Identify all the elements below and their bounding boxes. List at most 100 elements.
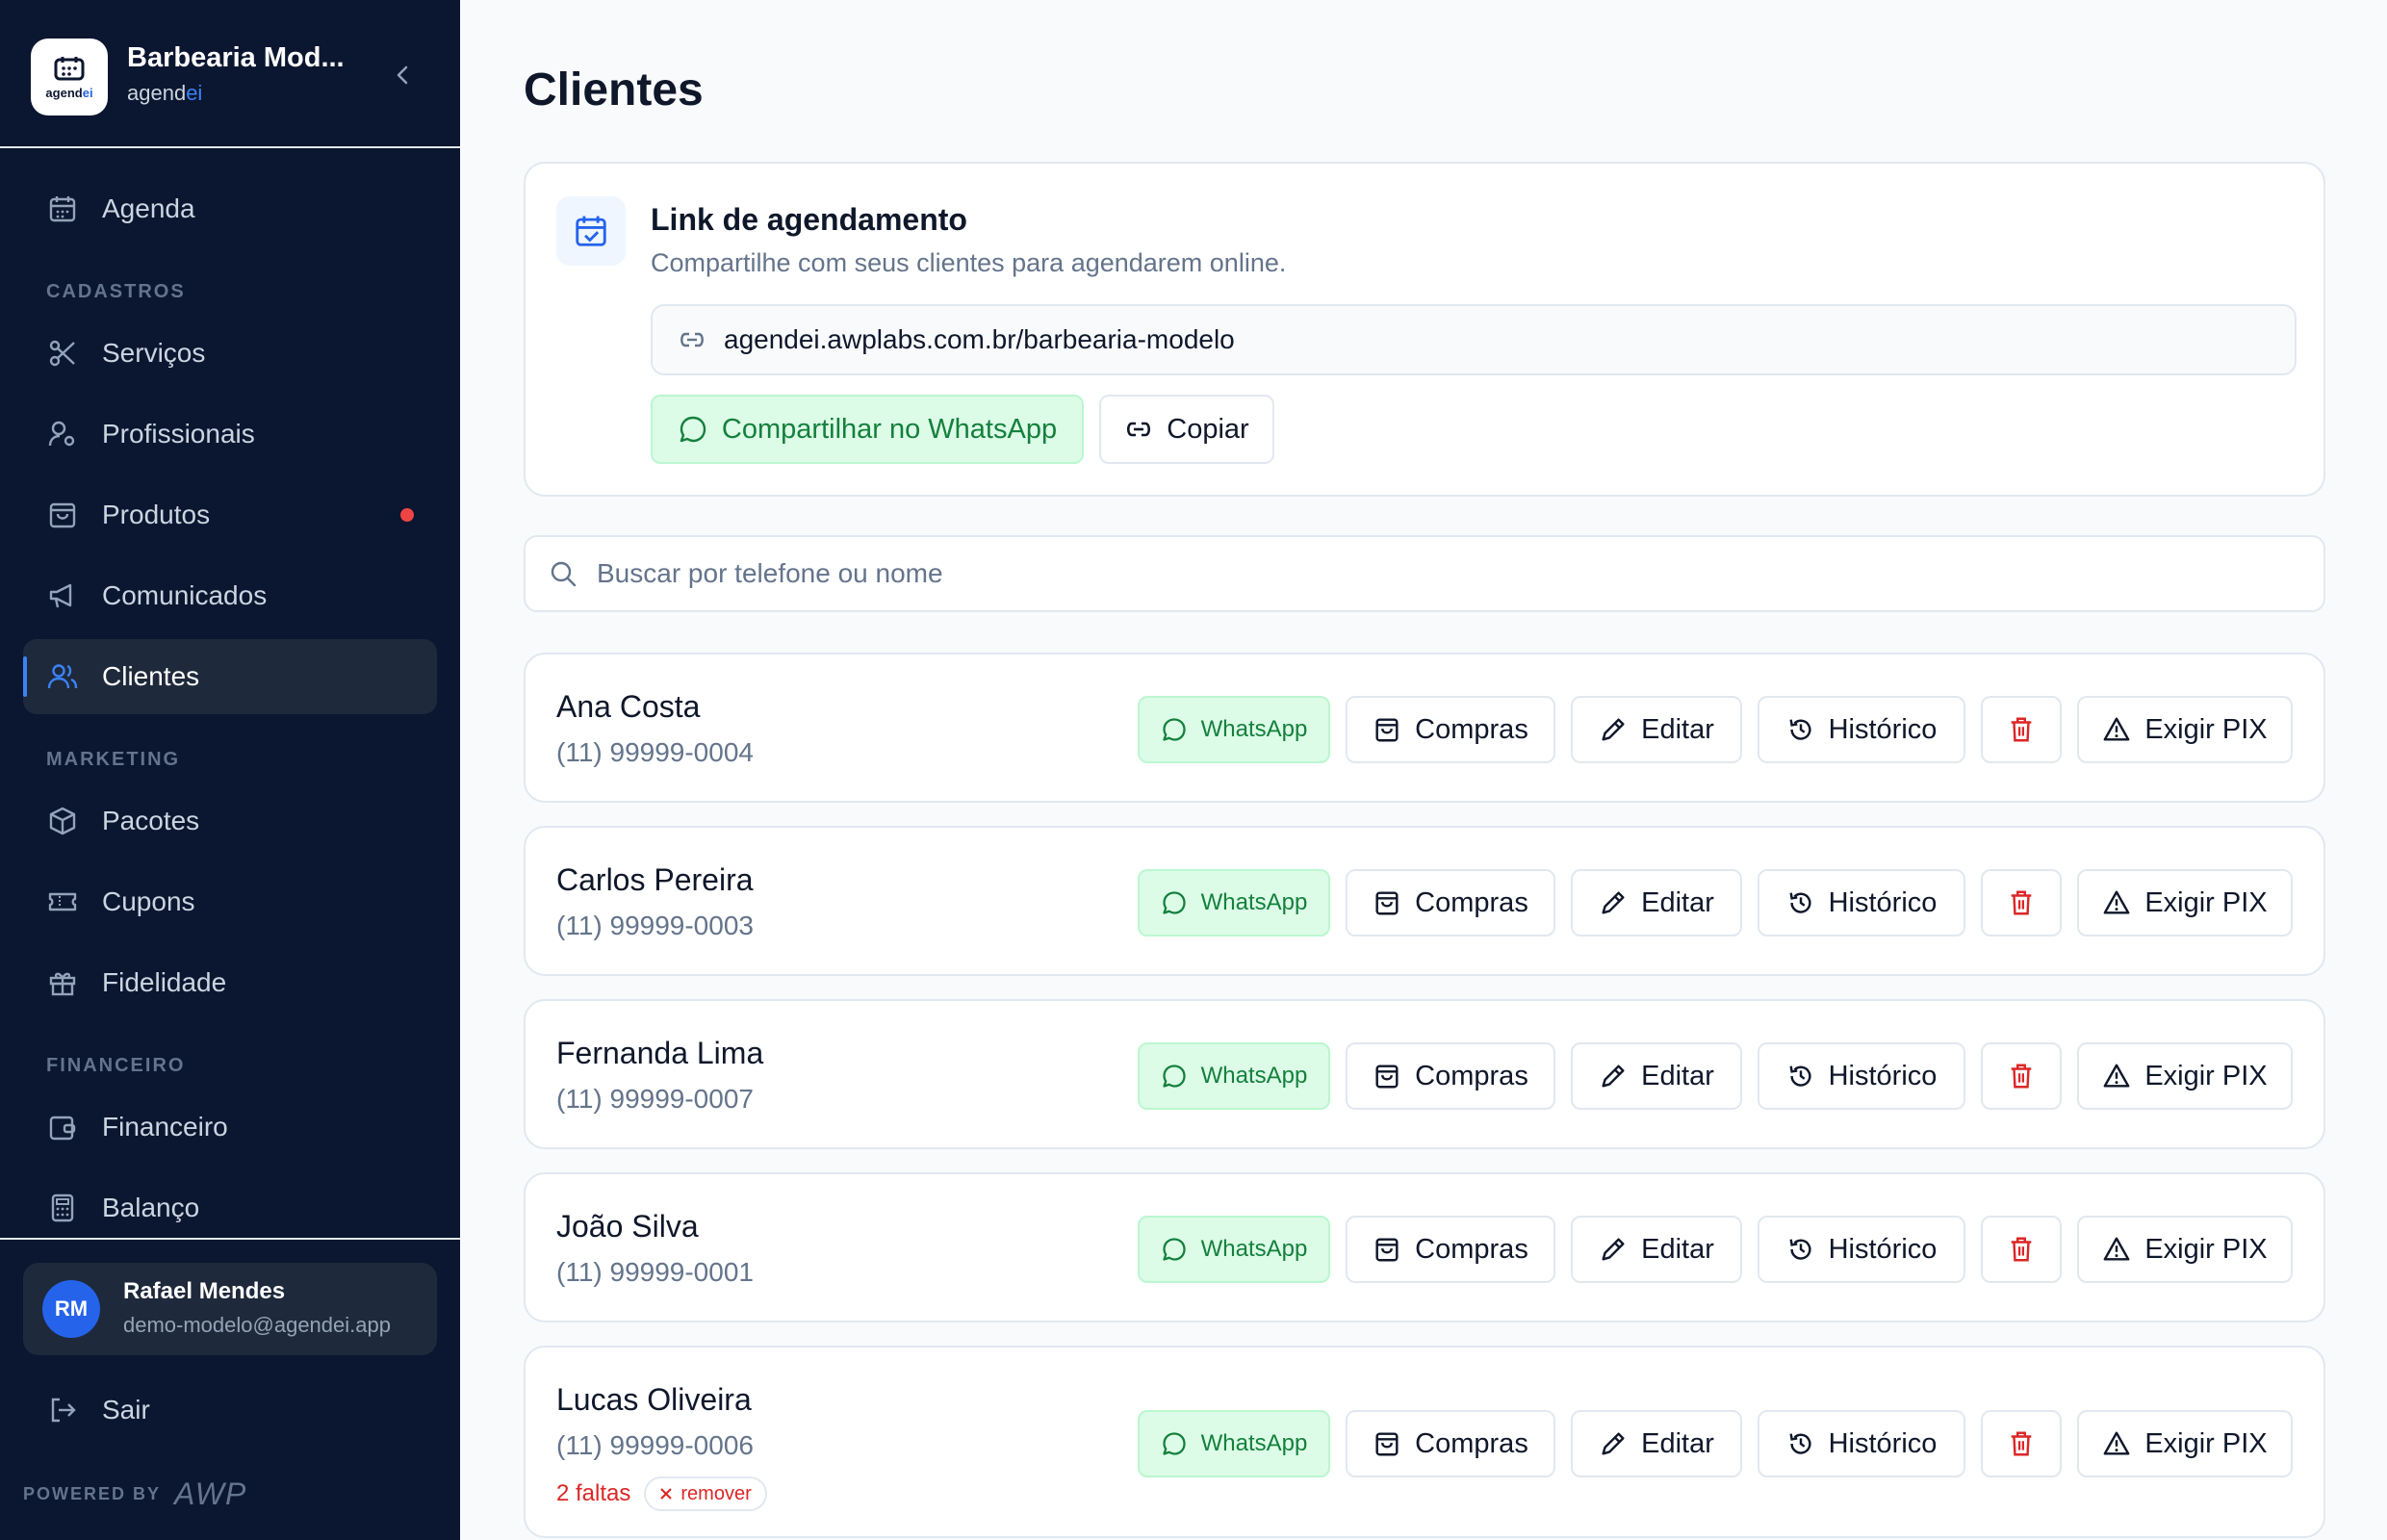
purchases-button[interactable]: Compras (1346, 696, 1555, 763)
require-pix-button[interactable]: Exigir PIX (2077, 1410, 2293, 1477)
require-pix-label: Exigir PIX (2144, 886, 2268, 918)
edit-button[interactable]: Editar (1571, 1216, 1742, 1283)
link-icon (1124, 420, 1153, 439)
nav-item-financeiro[interactable]: Financeiro (23, 1090, 437, 1165)
edit-button[interactable]: Editar (1571, 696, 1742, 763)
client-search-bar[interactable] (524, 535, 2325, 612)
purchases-label: Compras (1415, 713, 1528, 745)
whatsapp-icon (1161, 1236, 1188, 1263)
shopping-bag-icon (1373, 1235, 1401, 1264)
pencil-icon (1599, 715, 1628, 744)
require-pix-button[interactable]: Exigir PIX (2077, 696, 2293, 763)
booking-url: agendei.awplabs.com.br/barbearia-modelo (724, 324, 1235, 354)
remove-no-shows-button[interactable]: remover (644, 1476, 767, 1511)
no-show-info: 2 faltas remover (556, 1476, 767, 1511)
pencil-icon (1599, 888, 1628, 917)
nav-item-balanco[interactable]: Balanço (23, 1170, 437, 1245)
app-name: agendei (127, 81, 203, 105)
whatsapp-button[interactable]: WhatsApp (1138, 1216, 1330, 1283)
nav-item-cupons[interactable]: Cupons (23, 864, 437, 939)
purchases-label: Compras (1415, 1233, 1528, 1265)
delete-button[interactable] (1981, 1042, 2062, 1110)
nav-item-comunicados[interactable]: Comunicados (23, 558, 437, 633)
nav-label-clientes: Clientes (102, 661, 200, 691)
history-label: Histórico (1828, 713, 1938, 745)
edit-button[interactable]: Editar (1571, 1410, 1742, 1477)
edit-label: Editar (1641, 886, 1714, 918)
history-icon (1786, 888, 1815, 917)
whatsapp-button[interactable]: WhatsApp (1138, 1042, 1330, 1110)
whatsapp-icon (1161, 1063, 1188, 1090)
close-icon (659, 1487, 673, 1501)
whatsapp-button[interactable]: WhatsApp (1138, 869, 1330, 937)
require-pix-button[interactable]: Exigir PIX (2077, 1042, 2293, 1110)
whatsapp-icon (1161, 1430, 1188, 1457)
require-pix-label: Exigir PIX (2144, 713, 2268, 745)
logout-button[interactable]: Sair (23, 1373, 437, 1448)
nav-item-servicos[interactable]: Serviços (23, 316, 437, 391)
shopping-bag-icon (1373, 888, 1401, 917)
purchases-button[interactable]: Compras (1346, 1216, 1555, 1283)
warning-icon (2102, 1235, 2131, 1264)
whatsapp-label: WhatsApp (1200, 1236, 1308, 1262)
delete-button[interactable] (1981, 696, 2062, 763)
sidebar-divider (0, 1238, 460, 1240)
client-phone: (11) 99999-0004 (556, 737, 754, 767)
nav-item-pacotes[interactable]: Pacotes (23, 783, 437, 859)
nav-item-produtos[interactable]: Produtos (23, 477, 437, 552)
whatsapp-button[interactable]: WhatsApp (1138, 1410, 1330, 1477)
client-name: Ana Costa (556, 689, 701, 724)
history-button[interactable]: Histórico (1758, 869, 1965, 937)
delete-button[interactable] (1981, 1216, 2062, 1283)
brand-logo: agendei (31, 38, 108, 116)
calendar-check-icon (556, 196, 626, 266)
purchases-button[interactable]: Compras (1346, 1042, 1555, 1110)
client-phone: (11) 99999-0003 (556, 911, 754, 940)
history-button[interactable]: Histórico (1758, 1042, 1965, 1110)
search-input[interactable] (597, 558, 2233, 589)
share-whatsapp-button[interactable]: Compartilhar no WhatsApp (651, 395, 1084, 464)
collapse-sidebar-button[interactable] (389, 62, 416, 89)
nav-label-balanco: Balanço (102, 1193, 200, 1222)
history-icon (1786, 1235, 1815, 1264)
nav-item-agenda[interactable]: Agenda (23, 171, 437, 246)
history-button[interactable]: Histórico (1758, 1216, 1965, 1283)
edit-button[interactable]: Editar (1571, 1042, 1742, 1110)
whatsapp-button[interactable]: WhatsApp (1138, 696, 1330, 763)
shopping-bag-icon (1373, 1062, 1401, 1091)
remove-no-shows-label: remover (680, 1482, 752, 1504)
purchases-button[interactable]: Compras (1346, 1410, 1555, 1477)
require-pix-button[interactable]: Exigir PIX (2077, 869, 2293, 937)
edit-label: Editar (1641, 1233, 1714, 1265)
whatsapp-icon (1161, 716, 1188, 743)
whatsapp-label: WhatsApp (1200, 889, 1308, 915)
nav-label-profissionais: Profissionais (102, 419, 255, 449)
copy-link-button[interactable]: Copiar (1099, 395, 1274, 464)
users-icon (46, 660, 79, 693)
history-icon (1786, 1062, 1815, 1091)
purchases-label: Compras (1415, 886, 1528, 918)
require-pix-button[interactable]: Exigir PIX (2077, 1216, 2293, 1283)
client-name: João Silva (556, 1209, 699, 1244)
nav-item-profissionais[interactable]: Profissionais (23, 397, 437, 472)
user-profile-card[interactable]: RM Rafael Mendes demo-modelo@agendei.app (23, 1263, 437, 1355)
link-icon (678, 330, 706, 349)
delete-button[interactable] (1981, 1410, 2062, 1477)
copy-link-label: Copiar (1167, 413, 1249, 445)
delete-button[interactable] (1981, 869, 2062, 937)
pencil-icon (1599, 1235, 1628, 1264)
nav-item-clientes[interactable]: Clientes (23, 639, 437, 714)
booking-url-field[interactable]: agendei.awplabs.com.br/barbearia-modelo (651, 304, 2297, 375)
purchases-button[interactable]: Compras (1346, 869, 1555, 937)
history-button[interactable]: Histórico (1758, 696, 1965, 763)
edit-label: Editar (1641, 1060, 1714, 1091)
history-button[interactable]: Histórico (1758, 1410, 1965, 1477)
logo-wordmark: agendei (45, 85, 93, 100)
edit-button[interactable]: Editar (1571, 869, 1742, 937)
nav-item-fidelidade[interactable]: Fidelidade (23, 945, 437, 1020)
client-row: Fernanda Lima (11) 99999-0007 WhatsApp Comp… (524, 999, 2325, 1149)
nav-label-pacotes: Pacotes (102, 806, 200, 835)
client-row: João Silva (11) 99999-0001 WhatsApp Compras… (524, 1172, 2325, 1322)
shopping-bag-icon (46, 499, 79, 531)
warning-icon (2102, 888, 2131, 917)
